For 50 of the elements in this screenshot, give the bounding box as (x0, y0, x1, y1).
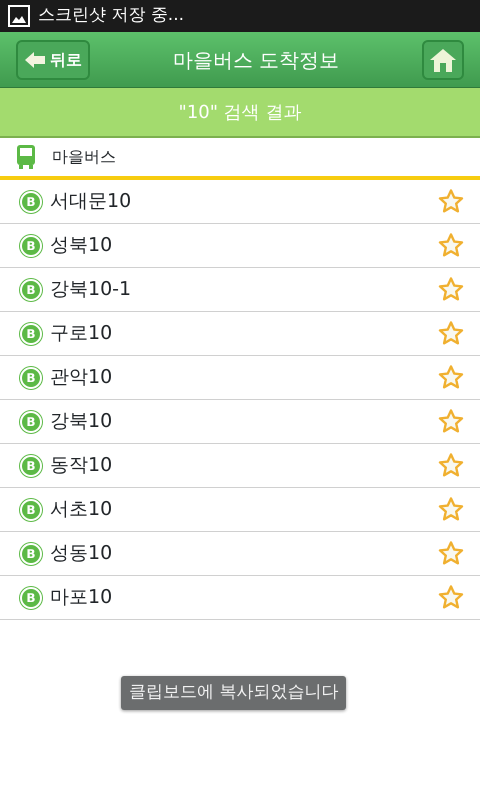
route-row[interactable]: B 관악10 (0, 356, 480, 400)
bus-badge-icon: B (20, 542, 42, 564)
route-row[interactable]: B 동작10 (0, 444, 480, 488)
star-icon[interactable] (438, 409, 464, 434)
route-row[interactable]: B 구로10 (0, 312, 480, 356)
bus-badge-icon: B (20, 366, 42, 388)
route-name: 강북10 (50, 409, 114, 434)
bus-badge-icon: B (20, 234, 42, 256)
route-row[interactable]: B 서대문10 (0, 180, 480, 224)
route-name: 동작10 (50, 453, 114, 478)
star-icon[interactable] (438, 585, 464, 610)
star-icon[interactable] (438, 233, 464, 258)
star-icon[interactable] (438, 497, 464, 522)
home-button[interactable] (422, 40, 464, 80)
route-name: 강북10-1 (50, 277, 132, 302)
bus-badge-icon: B (20, 190, 42, 212)
picture-icon (8, 5, 30, 27)
route-name: 성동10 (50, 541, 114, 566)
bus-badge-icon: B (20, 410, 42, 432)
bus-badge-icon: B (20, 322, 42, 344)
route-row[interactable]: B 성북10 (0, 224, 480, 268)
star-icon[interactable] (438, 541, 464, 566)
route-name: 구로10 (50, 321, 114, 346)
star-icon[interactable] (438, 453, 464, 478)
star-icon[interactable] (438, 365, 464, 390)
route-row[interactable]: B 강북10 (0, 400, 480, 444)
search-result-title: "10" 검색 결과 (0, 88, 480, 138)
star-icon[interactable] (438, 277, 464, 302)
bus-badge-icon: B (20, 586, 42, 608)
route-row[interactable]: B 강북10-1 (0, 268, 480, 312)
category-label: 마을버스 (52, 146, 116, 168)
route-name: 서초10 (50, 497, 114, 522)
route-name: 마포10 (50, 585, 114, 610)
bus-badge-icon: B (20, 498, 42, 520)
notification-text: 스크린샷 저장 중... (38, 4, 184, 28)
bus-badge-icon: B (20, 454, 42, 476)
header-title: 마을버스 도착정보 (172, 46, 340, 74)
home-icon (428, 46, 457, 72)
route-row[interactable]: B 서초10 (0, 488, 480, 532)
star-icon[interactable] (438, 321, 464, 346)
toast-message: 클립보드에 복사되었습니다 (121, 676, 346, 710)
route-name: 관악10 (50, 365, 114, 390)
route-name: 서대문10 (50, 189, 132, 214)
route-row[interactable]: B 마포10 (0, 576, 480, 620)
route-name: 성북10 (50, 233, 114, 258)
bus-icon (16, 144, 36, 170)
bus-badge-icon: B (20, 278, 42, 300)
arrow-left-icon (24, 50, 46, 68)
star-icon[interactable] (438, 189, 464, 214)
route-row[interactable]: B 성동10 (0, 532, 480, 576)
